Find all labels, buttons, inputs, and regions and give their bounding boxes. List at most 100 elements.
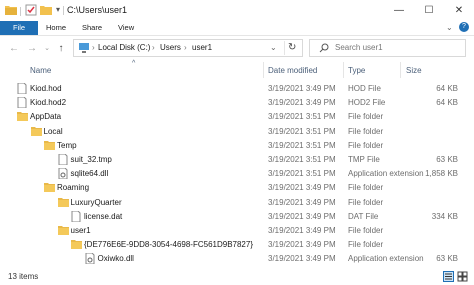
file-name: AppData	[30, 112, 62, 122]
file-row[interactable]: Local 3/19/2021 3:51 PM File folder	[0, 125, 474, 139]
column-name[interactable]: Name	[30, 66, 51, 75]
new-folder-icon[interactable]	[40, 4, 52, 17]
file-type: TMP File	[348, 154, 380, 164]
file-date: 3/19/2021 3:49 PM	[268, 225, 336, 235]
help-icon[interactable]: ?	[459, 22, 469, 32]
file-type: File folder	[348, 197, 384, 207]
file-row[interactable]: user1 3/19/2021 3:49 PM File folder	[0, 224, 474, 238]
tab-share[interactable]: Share	[82, 21, 102, 35]
tab-file[interactable]: File	[0, 21, 38, 35]
recent-locations-icon[interactable]: ⌄	[40, 41, 54, 55]
file-type: File folder	[348, 225, 384, 235]
file-type: File folder	[348, 112, 384, 122]
file-name: {DE776E6E-9DD8-3054-4698-FC561D9B7827}	[84, 240, 253, 250]
file-size: 1,858 KB	[425, 169, 458, 179]
file-row[interactable]: suit_32.tmp 3/19/2021 3:51 PM TMP File 63 K…	[0, 153, 474, 167]
file-date: 3/19/2021 3:49 PM	[268, 240, 336, 250]
status-bar: 13 items	[0, 269, 474, 285]
column-size[interactable]: Size	[406, 66, 422, 75]
file-date: 3/19/2021 3:51 PM	[268, 112, 336, 122]
file-name: Temp	[57, 140, 77, 150]
breadcrumb-local-disk[interactable]: Local Disk (C:)	[98, 43, 150, 52]
file-icon	[17, 96, 27, 110]
folder-icon	[44, 182, 55, 194]
column-type[interactable]: Type	[348, 66, 365, 75]
file-size: 63 KB	[436, 254, 458, 264]
file-icon	[58, 153, 68, 167]
maximize-button[interactable]: ☐	[414, 0, 444, 21]
file-row[interactable]: license.dat 3/19/2021 3:49 PM DAT File 334 …	[0, 210, 474, 224]
file-row[interactable]: sqlite64.dll 3/19/2021 3:51 PM Application…	[0, 167, 474, 181]
forward-button[interactable]: →	[25, 41, 39, 55]
up-button[interactable]: ↑	[54, 41, 68, 55]
properties-check-icon[interactable]	[25, 4, 37, 18]
file-name: Kiod.hod2	[30, 98, 67, 108]
file-size: 63 KB	[436, 154, 458, 164]
file-name: Roaming	[57, 183, 90, 193]
close-button[interactable]: ✕	[444, 0, 474, 21]
file-icon	[71, 210, 81, 224]
file-name: sqlite64.dll	[70, 169, 109, 179]
file-row[interactable]: Oxiwko.dll 3/19/2021 3:49 PM Application e…	[0, 252, 474, 266]
tab-view[interactable]: View	[118, 21, 134, 35]
file-name: Kiod.hod	[30, 84, 62, 93]
file-size: 64 KB	[436, 84, 458, 93]
file-date: 3/19/2021 3:51 PM	[268, 140, 336, 150]
details-view-button[interactable]	[443, 271, 454, 282]
address-dropdown-icon[interactable]: ⌄	[270, 43, 277, 52]
qat-dropdown-icon[interactable]: ▾	[56, 5, 60, 14]
file-date: 3/19/2021 3:49 PM	[268, 84, 336, 93]
file-row[interactable]: {DE776E6E-9DD8-3054-4698-FC561D9B7827} 3/…	[0, 238, 474, 252]
dll-file-icon	[85, 252, 95, 266]
folder-icon	[17, 111, 28, 123]
search-icon	[319, 43, 329, 55]
file-icon	[17, 82, 27, 96]
sort-arrow-icon: ^	[132, 60, 136, 67]
address-bar[interactable]: › Local Disk (C:) › Users › user1 ⌄ ↻	[73, 39, 303, 57]
file-name: suit_32.tmp	[70, 154, 112, 164]
file-name: Local	[43, 126, 63, 136]
file-type: Application extension	[348, 254, 424, 264]
file-row[interactable]: Kiod.hod2 3/19/2021 3:49 PM HOD2 File 64 KB	[0, 96, 474, 110]
file-row[interactable]: Kiod.hod 3/19/2021 3:49 PM HOD File 64 KB	[0, 82, 474, 96]
folder-icon	[44, 140, 55, 152]
file-type: Application extension	[348, 169, 424, 179]
title-bar: ▾ C:\Users\user1 — ☐ ✕	[0, 0, 474, 21]
tab-home[interactable]: Home	[46, 21, 66, 35]
file-date: 3/19/2021 3:49 PM	[268, 197, 336, 207]
folder-icon	[57, 225, 69, 237]
minimize-button[interactable]: —	[384, 0, 414, 21]
file-row[interactable]: AppData 3/19/2021 3:51 PM File folder	[0, 110, 474, 124]
search-box[interactable]: Search user1	[309, 39, 466, 57]
window-title: C:\Users\user1	[67, 5, 128, 15]
folder-icon	[57, 197, 69, 209]
folder-icon	[71, 239, 82, 251]
file-row[interactable]: Roaming 3/19/2021 3:49 PM File folder	[0, 181, 474, 195]
ribbon-expand-icon[interactable]: ⌄	[446, 23, 453, 32]
file-row[interactable]: LuxuryQuarter 3/19/2021 3:49 PM File folde…	[0, 196, 474, 210]
dll-file-icon	[58, 167, 68, 181]
ribbon-tabs: File Home Share View ⌄ ?	[0, 21, 474, 36]
breadcrumb-users[interactable]: Users	[160, 43, 181, 52]
file-name: user1	[70, 225, 91, 235]
back-button[interactable]: ←	[7, 41, 21, 55]
item-count: 13 items	[8, 272, 39, 281]
file-list: Kiod.hod 3/19/2021 3:49 PM HOD File 64 KB Ki…	[0, 82, 474, 266]
file-name: Oxiwko.dll	[97, 254, 134, 264]
file-row[interactable]: Temp 3/19/2021 3:51 PM File folder	[0, 139, 474, 153]
file-type: File folder	[348, 126, 384, 136]
search-placeholder: Search user1	[335, 43, 383, 52]
file-date: 3/19/2021 3:49 PM	[268, 98, 336, 108]
large-icons-view-button[interactable]	[457, 271, 468, 282]
folder-icon	[5, 4, 17, 17]
file-type: File folder	[348, 140, 384, 150]
file-date: 3/19/2021 3:51 PM	[268, 169, 336, 179]
navigation-bar: ← → ⌄ ↑ › Local Disk (C:) › Users › user…	[0, 36, 474, 60]
file-type: HOD File	[348, 84, 381, 93]
column-date-modified[interactable]: Date modified	[268, 66, 317, 75]
breadcrumb-user1[interactable]: user1	[192, 43, 212, 52]
refresh-icon[interactable]: ↻	[288, 42, 296, 53]
column-header: Name ^ Date modified Type Size	[0, 60, 474, 78]
file-date: 3/19/2021 3:51 PM	[268, 154, 336, 164]
folder-icon	[30, 126, 42, 138]
